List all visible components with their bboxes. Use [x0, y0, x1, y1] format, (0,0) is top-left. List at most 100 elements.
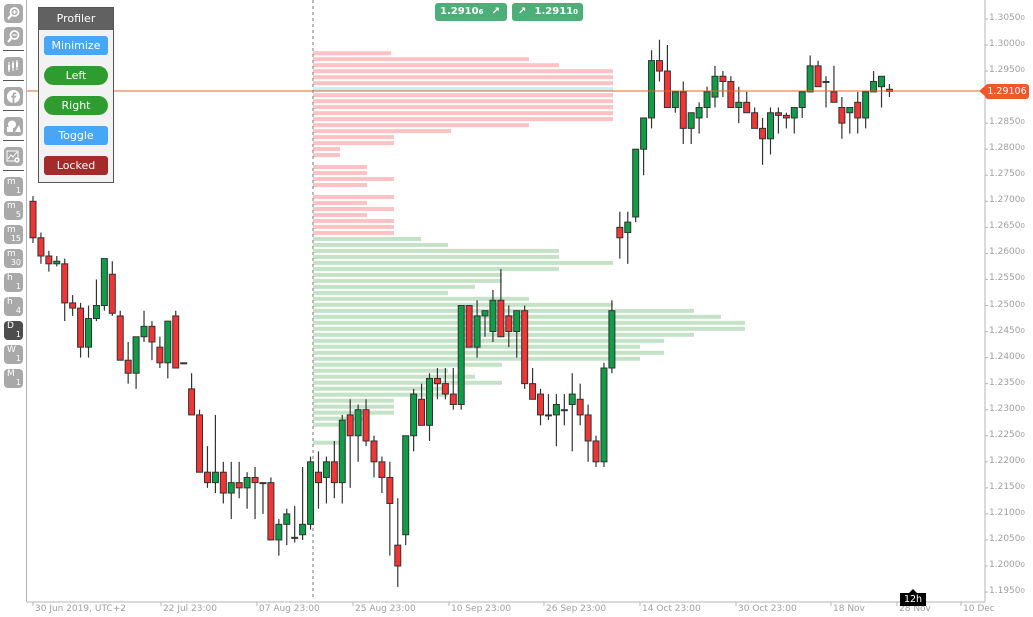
candle-body — [394, 544, 402, 567]
candle-bearish — [378, 456, 386, 494]
candle-body — [299, 523, 307, 536]
locked-button[interactable]: Locked — [44, 156, 108, 175]
candle-body — [695, 107, 703, 119]
timeframe-value: 5 — [15, 210, 21, 219]
price-tick-label: 1.22000 — [989, 455, 1025, 466]
candle-body — [544, 414, 552, 417]
price-chart[interactable] — [0, 0, 1033, 617]
candle-body — [830, 91, 838, 103]
candle-bearish — [124, 341, 132, 384]
candle-body — [203, 471, 211, 484]
candles — [29, 39, 893, 587]
candle-body — [878, 75, 886, 88]
timeframe-button-m5[interactable]: m5 — [4, 201, 23, 220]
candle-body — [433, 377, 441, 385]
profile-bar — [313, 326, 745, 331]
candle-bullish — [640, 117, 648, 176]
timeframe-button-m1[interactable]: m1 — [4, 177, 23, 196]
timeframe-button-h1[interactable]: h1 — [4, 273, 23, 292]
timeframe-button-M1[interactable]: M1 — [4, 369, 23, 388]
candle-body — [648, 60, 656, 119]
toggle-button[interactable]: Toggle — [44, 126, 108, 145]
profile-bar — [313, 75, 613, 80]
zoom-out-icon — [7, 30, 20, 43]
profile-bar — [313, 266, 559, 271]
zoom-in-button[interactable] — [4, 4, 23, 23]
profile-bar — [313, 117, 613, 122]
time-tick-label: 10 Dec — [963, 604, 995, 614]
candle-bullish — [275, 519, 283, 556]
candle-bullish — [299, 467, 307, 540]
candle-bullish — [132, 336, 140, 389]
candle-bullish — [100, 258, 108, 311]
timeframe-button-m30[interactable]: m 30 — [4, 249, 23, 268]
candle-bearish — [188, 373, 196, 416]
timeframe-unit: D — [7, 321, 14, 331]
candle-body — [283, 513, 291, 525]
sell-button[interactable]: 1.29106 ↗ — [435, 3, 507, 21]
zoom-out-button[interactable] — [4, 27, 23, 46]
candle-body — [687, 112, 695, 129]
left-button[interactable]: Left — [44, 66, 108, 85]
candle-body — [116, 315, 124, 361]
profile-bar — [313, 153, 340, 158]
candle-body — [29, 200, 37, 239]
chart-type-button[interactable] — [4, 57, 23, 76]
candle-bullish — [846, 107, 854, 134]
candle-bullish — [53, 256, 61, 267]
buy-price-suffix: 0 — [573, 8, 578, 16]
candle-bullish — [735, 86, 743, 124]
candle-body — [465, 305, 473, 348]
candle-bearish — [108, 261, 116, 316]
candle-body — [624, 221, 632, 234]
candle-bullish — [283, 508, 291, 546]
candle-bullish — [648, 50, 656, 129]
right-button[interactable]: Right — [44, 96, 108, 115]
candle-body — [640, 117, 648, 150]
profile-bar — [313, 195, 394, 199]
profile-bar — [313, 320, 745, 325]
profile-bar — [313, 374, 475, 379]
candle-body — [457, 305, 465, 405]
timeframe-value: 1 — [15, 354, 21, 363]
candle-bearish — [616, 211, 624, 259]
profile-bar — [313, 398, 394, 403]
candle-body — [172, 315, 180, 369]
profile-bar — [313, 177, 394, 182]
buy-button[interactable]: ↗ 1.29110 — [512, 3, 583, 21]
profile-bar — [313, 224, 394, 229]
chart-settings-button[interactable] — [4, 147, 23, 166]
facebook-button[interactable] — [4, 87, 23, 106]
price-tick-label: 1.27000 — [989, 195, 1025, 206]
candle-bullish — [402, 435, 410, 546]
minimize-button[interactable]: Minimize — [44, 36, 108, 55]
candle-body — [77, 307, 85, 348]
timeframe-button-W1[interactable]: W1 — [4, 345, 23, 364]
zoom-in-icon — [7, 7, 20, 20]
candle-body — [862, 91, 870, 119]
timeframe-button-h4[interactable]: h4 — [4, 297, 23, 316]
candle-body — [275, 523, 283, 541]
time-tick-label: 14 Oct 23:00 — [642, 604, 701, 614]
price-tick-label: 1.25000 — [989, 299, 1025, 310]
toolbar-divider — [3, 50, 24, 51]
candle-bullish — [624, 211, 632, 264]
candle-body — [164, 320, 172, 364]
candle-bullish — [568, 373, 576, 452]
candle-body — [870, 80, 878, 93]
drawing-tools-button[interactable] — [4, 117, 23, 136]
time-tick-label: 25 Aug 23:00 — [355, 604, 416, 614]
timeframe-button-D1[interactable]: D1 — [4, 321, 23, 340]
timeframe-value: 1 — [15, 282, 21, 291]
candle-bullish — [211, 414, 219, 494]
timeframe-button-m15[interactable]: m 15 — [4, 225, 23, 244]
price-tick-label: 1.30000 — [989, 39, 1025, 49]
candle-body — [679, 91, 687, 129]
shapes-icon — [7, 120, 21, 132]
timeframe-value: 30 — [10, 258, 21, 267]
candle-bullish — [544, 394, 552, 421]
candle-body — [671, 91, 679, 109]
candle-body — [100, 258, 108, 306]
candle-body — [188, 388, 196, 416]
candle-bearish — [782, 112, 790, 129]
